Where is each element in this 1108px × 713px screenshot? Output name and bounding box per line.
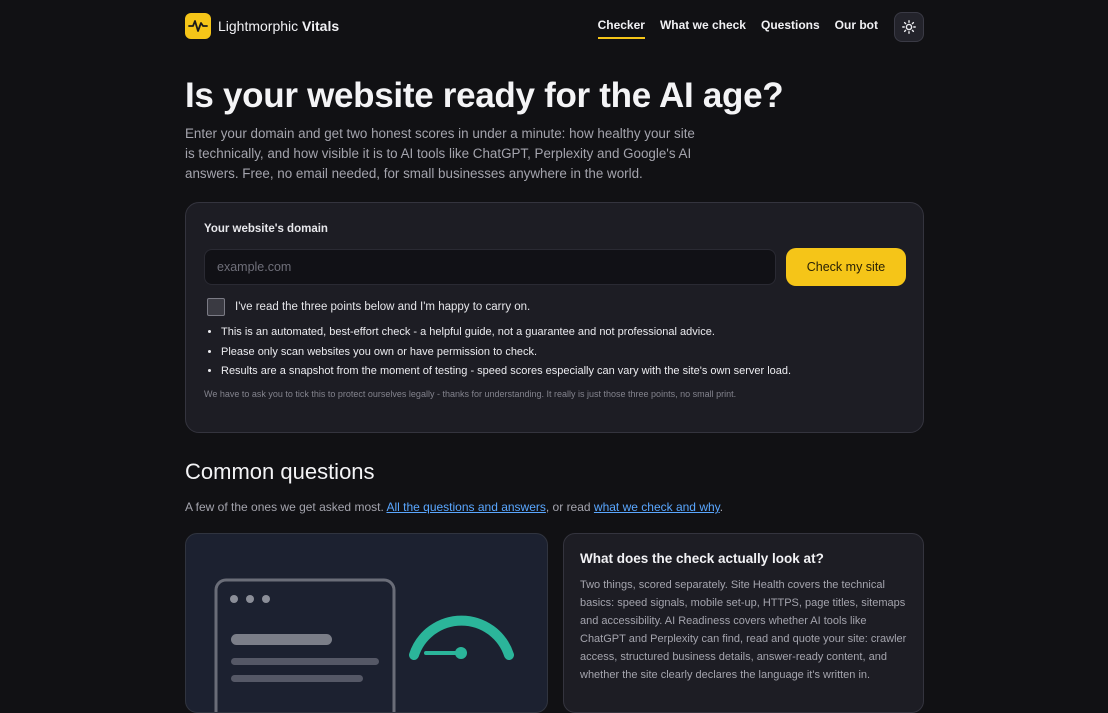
brand-name-plain: Lightmorphic (218, 18, 299, 34)
nav-what-we-check[interactable]: What we check (660, 18, 746, 39)
sun-icon (902, 20, 916, 34)
what-we-check-link[interactable]: what we check and why (594, 500, 720, 514)
illustration-graphic (214, 578, 514, 712)
brand-name-bold: Vitals (302, 18, 340, 34)
intro-text-middle: , or read (545, 500, 594, 514)
browser-gauge-illustration (185, 533, 548, 713)
domain-field-label: Your website's domain (204, 223, 328, 235)
intro-text-after: . (719, 500, 724, 514)
intro-text-before: A few of the ones we get asked most. (185, 500, 387, 514)
page-title: Is your website ready for the AI age? (185, 76, 784, 115)
section-title: Common questions (185, 459, 375, 484)
fine-print: We have to ask you to tick this to prote… (204, 389, 737, 399)
disclaimer-item: This is an automated, best-effort check … (221, 323, 921, 343)
theme-toggle-button[interactable] (894, 12, 924, 42)
nav-checker[interactable]: Checker (597, 18, 645, 39)
all-questions-link[interactable]: All the questions and answers (386, 500, 545, 514)
page: Lightmorphic Vitals Checker What we chec… (0, 0, 1108, 713)
disclaimer-list: This is an automated, best-effort check … (204, 323, 921, 382)
consent-row[interactable]: I've read the three points below and I'm… (207, 298, 530, 316)
domain-input[interactable] (204, 249, 776, 285)
consent-label: I've read the three points below and I'm… (235, 301, 531, 313)
disclaimer-item: Results are a snapshot from the moment o… (221, 362, 921, 382)
disclaimer-item: Please only scan websites you own or hav… (221, 343, 921, 363)
domain-check-form: Your website's domain Check my site I've… (185, 202, 924, 433)
nav-our-bot[interactable]: Our bot (835, 18, 878, 39)
consent-checkbox[interactable] (207, 298, 225, 316)
section-intro: A few of the ones we get asked most. All… (185, 500, 723, 514)
page-subtitle: Enter your domain and get two honest sco… (185, 126, 695, 181)
faq-card[interactable]: What does the check actually look at? Tw… (563, 533, 924, 713)
brand-name: Lightmorphic Vitals (218, 18, 339, 34)
faq-question: What does the check actually look at? (580, 551, 824, 566)
check-site-button[interactable]: Check my site (786, 248, 906, 286)
faq-answer: Two things, scored separately. Site Heal… (580, 579, 907, 681)
brand-logo[interactable]: Lightmorphic Vitals (185, 13, 339, 39)
site-header: Lightmorphic Vitals Checker What we chec… (185, 12, 924, 42)
nav-questions[interactable]: Questions (761, 18, 820, 39)
pulse-icon (185, 13, 211, 39)
main-nav: Checker What we check Questions Our bot (597, 18, 878, 39)
